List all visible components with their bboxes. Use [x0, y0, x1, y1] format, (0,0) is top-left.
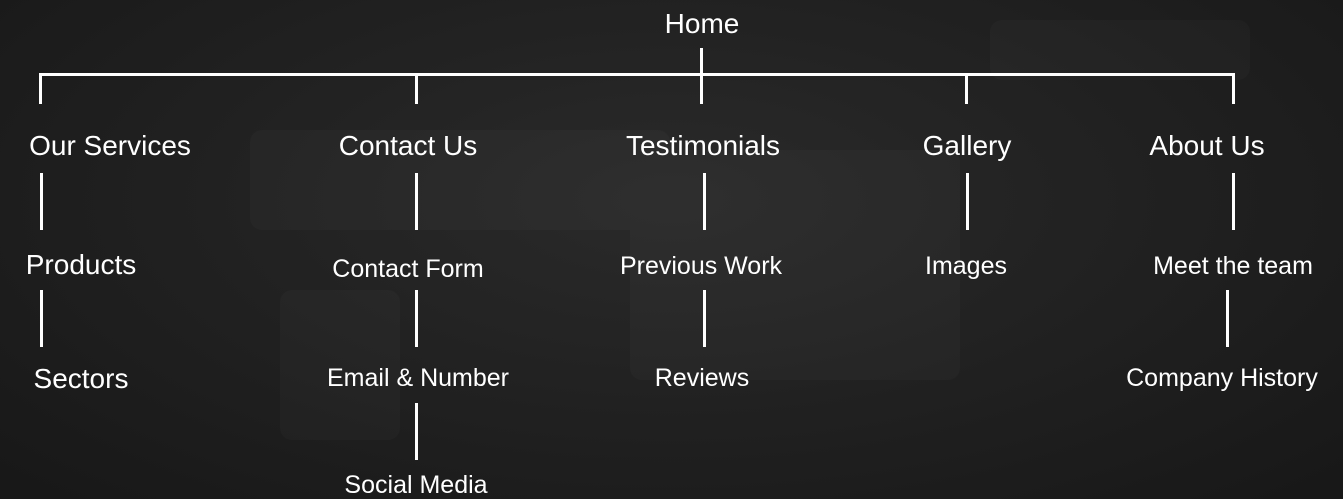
connector-products-sectors [40, 290, 43, 347]
node-gallery: Gallery [922, 130, 1012, 161]
node-products: Products [25, 249, 137, 280]
connector-drop-our-services [39, 73, 42, 104]
node-images: Images [925, 252, 1007, 280]
connector-drop-contact-us [415, 73, 418, 104]
connector-contact-us-form [415, 173, 418, 230]
node-contact-us: Contact Us [338, 130, 478, 161]
connector-form-email [415, 290, 418, 347]
connector-home-down [700, 48, 703, 74]
connector-drop-gallery [965, 73, 968, 104]
node-social-media: Social Media [344, 471, 488, 499]
node-our-services: Our Services [29, 130, 191, 161]
connector-drop-about-us [1232, 73, 1235, 104]
connector-horizontal [39, 73, 1235, 76]
connector-drop-testimonials [700, 73, 703, 104]
connector-our-services-products [40, 173, 43, 230]
node-home: Home [664, 8, 740, 39]
node-about-us: About Us [1149, 130, 1265, 161]
connector-team-history [1226, 290, 1229, 347]
node-sectors: Sectors [33, 363, 129, 394]
node-testimonials: Testimonials [625, 130, 781, 161]
connector-email-social [415, 403, 418, 460]
connector-about-us-team [1232, 173, 1235, 230]
node-reviews: Reviews [654, 364, 750, 392]
node-company-history: Company History [1126, 364, 1318, 392]
connector-gallery-images [966, 173, 969, 230]
node-contact-form: Contact Form [332, 255, 484, 283]
node-email-number: Email & Number [327, 364, 509, 392]
node-previous-work: Previous Work [619, 252, 783, 280]
node-meet-the-team: Meet the team [1153, 252, 1313, 280]
connector-previous-work-reviews [703, 290, 706, 347]
connector-testimonials-previous-work [703, 173, 706, 230]
